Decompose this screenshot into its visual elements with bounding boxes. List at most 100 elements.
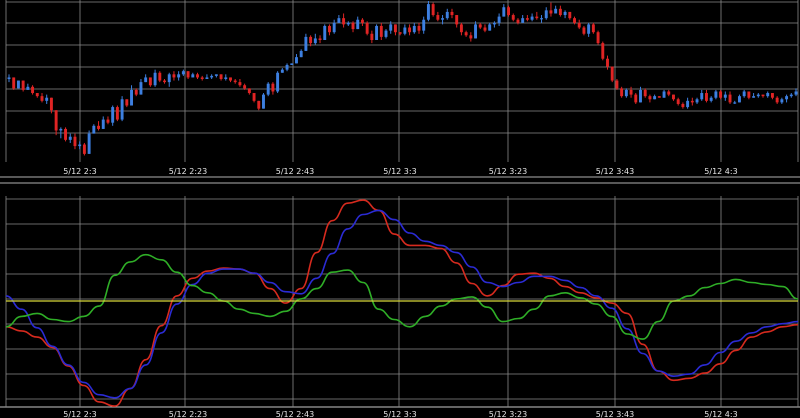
candle-body [318,38,322,40]
candle-body [313,38,317,44]
candle-body [229,77,232,81]
candle-body [662,91,666,98]
candle-body [35,93,39,97]
candle-body [257,100,261,109]
candle-body [45,97,49,101]
candle-body [610,66,614,81]
tick-label-layer: 5/12 2:3 5/12 2:23 5/12 2:43 5/12 3:3 5/12 3… [63,167,737,418]
candle-body [511,15,515,20]
candle-body [474,24,478,39]
candle-body [436,15,440,20]
candle-body [672,94,675,100]
candle-body [120,99,124,120]
candle-body [620,88,624,97]
candle-body [530,16,534,20]
candle-body [389,24,393,31]
candle-body [714,91,718,98]
candle-body [219,74,223,79]
candle-body [469,35,473,39]
candle-body [68,136,72,140]
candle-body [73,136,77,147]
candle-body [64,128,68,140]
candle-body [587,24,591,34]
candle-body [356,19,360,30]
candle-body [403,27,407,34]
candle-body [134,89,138,95]
candle-body [158,72,162,81]
candle-body [441,18,445,20]
candle-body [752,96,756,98]
candle-body [615,80,619,89]
chart-canvas: 5/12 2:3 5/12 2:23 5/12 2:43 5/12 3:3 5/12 3… [0,0,800,418]
indicator-x-tick-label: 5/12 2:23 [169,410,207,418]
candle-body [606,58,609,67]
candle-body [507,7,510,16]
candle-body [111,107,115,123]
candle-body [653,96,657,100]
candle-body [455,15,459,25]
candle-body [243,85,247,89]
candle-body [558,8,562,16]
indicator-x-tick-label: 5/12 3:23 [489,410,527,418]
candle-body [497,16,501,23]
candle-body [459,24,463,33]
candle-body [16,80,20,89]
candle-body [139,82,143,95]
candle-body [478,24,482,28]
candle-body [21,80,25,90]
candle-body [181,71,185,75]
candle-body [191,74,195,78]
candle-body [756,94,760,97]
candle-body [408,27,412,33]
candle-body [271,83,275,92]
candle-body [7,77,11,79]
candle-body [337,18,341,23]
candle-body [794,91,798,95]
candle-body [351,22,355,30]
price-x-tick-label: 5/12 2:3 [63,167,96,176]
candle-body [238,82,242,86]
candle-body [780,99,784,103]
chart-root: 5/12 2:3 5/12 2:23 5/12 2:43 5/12 3:3 5/12 3… [0,0,800,418]
candle-body [78,144,82,147]
candle-body [276,72,280,92]
candle-body [426,4,430,20]
candle-body [304,36,308,51]
candle-body [648,96,652,100]
candle-body [629,89,633,95]
candle-body [766,93,770,97]
candle-body [431,4,435,16]
candle-body [770,93,774,98]
candle-body [59,128,63,131]
candle-body [737,96,741,103]
candle-body [747,91,751,98]
candle-body [200,77,204,79]
grid-layer [0,0,800,408]
candle-body [262,94,265,109]
candle-body [591,24,595,33]
candle-body [657,96,661,98]
candle-body [82,144,86,154]
candle-body [723,94,727,98]
price-x-tick-label: 5/12 2:23 [169,167,207,176]
candle-body [384,30,388,37]
candle-body [342,18,346,25]
candle-body [690,100,694,103]
candle-body [450,11,454,16]
candle-body [700,93,704,100]
candle-body [144,77,148,83]
candle-body [709,97,713,101]
candle-body [398,32,402,34]
candle-body [596,32,600,44]
candle-body [733,102,737,104]
candle-body [327,25,331,33]
candle-body [163,80,166,83]
candle-body [464,32,468,36]
candle-body [210,75,214,78]
candle-body [115,107,119,120]
candle-body [676,99,680,104]
candle-body [247,88,251,94]
candle-body [360,19,364,23]
candle-body [681,103,685,108]
candle-body [492,22,496,25]
